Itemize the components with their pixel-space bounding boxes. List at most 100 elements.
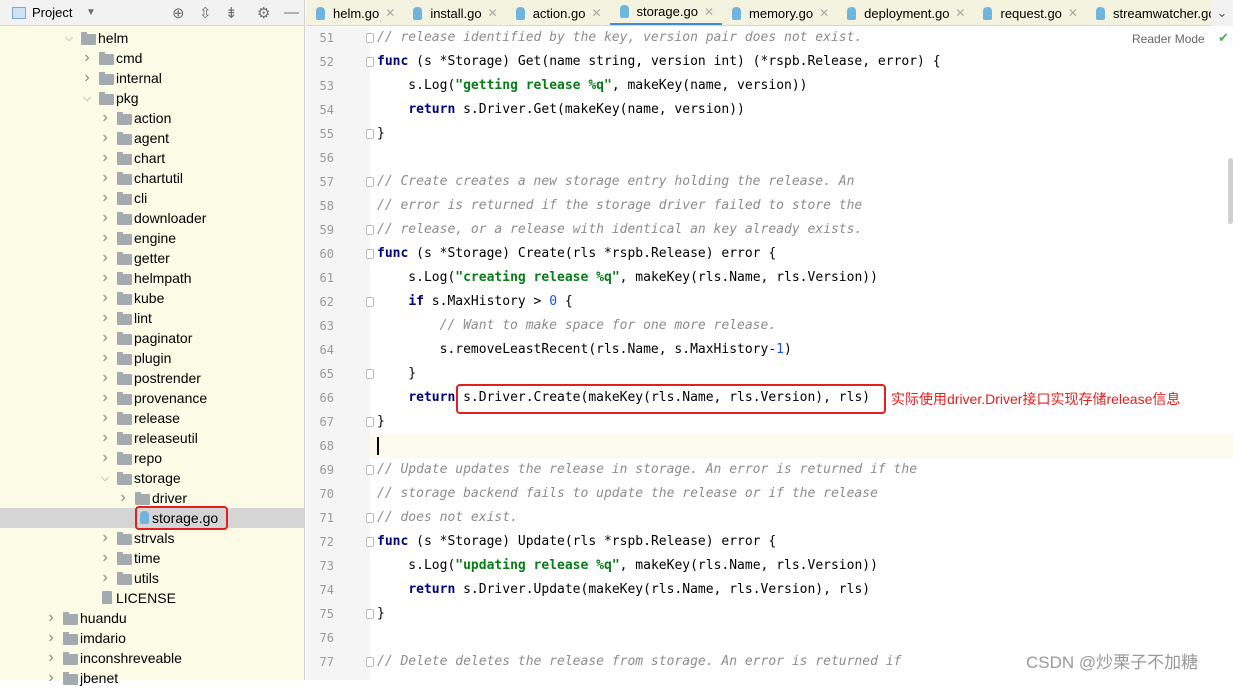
- tab-storage-go[interactable]: storage.go ✕: [609, 0, 723, 25]
- chevron-right-icon[interactable]: ›: [46, 609, 56, 627]
- close-icon[interactable]: ✕: [591, 6, 601, 20]
- chevron-right-icon[interactable]: ›: [100, 229, 110, 247]
- tab-deployment-go[interactable]: deployment.go ✕: [837, 0, 973, 25]
- chevron-right-icon[interactable]: ›: [100, 249, 110, 267]
- tree-item-imdario[interactable]: › imdario: [0, 628, 304, 648]
- tree-item-getter[interactable]: › getter: [0, 248, 304, 268]
- fold-marker-icon[interactable]: [366, 225, 374, 235]
- chevron-right-icon[interactable]: ›: [100, 109, 110, 127]
- tree-item-strvals[interactable]: › strvals: [0, 528, 304, 548]
- scrollbar[interactable]: [1228, 158, 1233, 224]
- tree-item-chart[interactable]: › chart: [0, 148, 304, 168]
- chevron-down-icon[interactable]: ⌄: [1211, 0, 1233, 26]
- tree-item-utils[interactable]: › utils: [0, 568, 304, 588]
- tab-action-go[interactable]: action.go ✕: [506, 0, 610, 25]
- close-icon[interactable]: ✕: [819, 6, 829, 20]
- tree-item-pkg[interactable]: ⌵ pkg: [0, 88, 304, 108]
- chevron-right-icon[interactable]: ›: [100, 189, 110, 207]
- tree-item-engine[interactable]: › engine: [0, 228, 304, 248]
- chevron-right-icon[interactable]: ›: [100, 409, 110, 427]
- tab-helm-go[interactable]: helm.go ✕: [306, 0, 403, 25]
- fold-marker-icon[interactable]: [366, 177, 374, 187]
- tree-item-huandu[interactable]: › huandu: [0, 608, 304, 628]
- project-title[interactable]: Project: [32, 5, 72, 20]
- chevron-right-icon[interactable]: ›: [100, 129, 110, 147]
- tree-item-agent[interactable]: › agent: [0, 128, 304, 148]
- chevron-right-icon[interactable]: ›: [100, 529, 110, 547]
- tree-item-cmd[interactable]: › cmd: [0, 48, 304, 68]
- tree-item-plugin[interactable]: › plugin: [0, 348, 304, 368]
- chevron-right-icon[interactable]: ›: [100, 289, 110, 307]
- tree-item-releaseutil[interactable]: › releaseutil: [0, 428, 304, 448]
- fold-marker-icon[interactable]: [366, 657, 374, 667]
- fold-marker-icon[interactable]: [366, 369, 374, 379]
- chevron-right-icon[interactable]: ›: [100, 549, 110, 567]
- fold-marker-icon[interactable]: [366, 33, 374, 43]
- fold-marker-icon[interactable]: [366, 537, 374, 547]
- chevron-right-icon[interactable]: ›: [100, 389, 110, 407]
- close-icon[interactable]: ✕: [955, 6, 965, 20]
- chevron-right-icon[interactable]: ›: [46, 629, 56, 647]
- chevron-right-icon[interactable]: ›: [82, 49, 92, 67]
- tree-item-paginator[interactable]: › paginator: [0, 328, 304, 348]
- tree-item-jbenet[interactable]: › jbenet: [0, 668, 304, 688]
- expand-all-icon[interactable]: ⇳: [199, 4, 212, 22]
- chevron-right-icon[interactable]: ›: [46, 649, 56, 667]
- tree-item-time[interactable]: › time: [0, 548, 304, 568]
- chevron-down-icon[interactable]: ⌵: [82, 92, 92, 105]
- tree-item-provenance[interactable]: › provenance: [0, 388, 304, 408]
- reader-mode-button[interactable]: Reader Mode: [1132, 32, 1205, 46]
- fold-marker-icon[interactable]: [366, 129, 374, 139]
- tree-item-driver[interactable]: › driver: [0, 488, 304, 508]
- gear-icon[interactable]: ⚙: [257, 4, 270, 22]
- chevron-right-icon[interactable]: ›: [100, 329, 110, 347]
- tab-memory-go[interactable]: memory.go ✕: [722, 0, 837, 25]
- fold-marker-icon[interactable]: [366, 465, 374, 475]
- tree-item-internal[interactable]: › internal: [0, 68, 304, 88]
- fold-marker-icon[interactable]: [366, 609, 374, 619]
- chevron-right-icon[interactable]: ›: [100, 349, 110, 367]
- chevron-right-icon[interactable]: ›: [100, 449, 110, 467]
- close-icon[interactable]: ✕: [1068, 6, 1078, 20]
- chevron-down-icon[interactable]: ▼: [86, 7, 96, 18]
- locate-icon[interactable]: ⊕: [172, 4, 185, 22]
- chevron-down-icon[interactable]: ⌵: [100, 472, 110, 485]
- chevron-right-icon[interactable]: ›: [82, 69, 92, 87]
- tree-item-release[interactable]: › release: [0, 408, 304, 428]
- tree-item-helm[interactable]: ⌵ helm: [0, 28, 304, 48]
- chevron-down-icon[interactable]: ⌵: [64, 32, 74, 45]
- tree-item-chartutil[interactable]: › chartutil: [0, 168, 304, 188]
- tree-item-lint[interactable]: › lint: [0, 308, 304, 328]
- tree-item-repo[interactable]: › repo: [0, 448, 304, 468]
- chevron-right-icon[interactable]: ›: [100, 209, 110, 227]
- minimize-icon[interactable]: —: [284, 4, 299, 21]
- close-icon[interactable]: ✕: [704, 5, 714, 19]
- fold-marker-icon[interactable]: [366, 249, 374, 259]
- chevron-right-icon[interactable]: ›: [100, 309, 110, 327]
- chevron-right-icon[interactable]: ›: [100, 429, 110, 447]
- tab-request-go[interactable]: request.go ✕: [973, 0, 1086, 25]
- fold-marker-icon[interactable]: [366, 297, 374, 307]
- tab-install-go[interactable]: install.go ✕: [403, 0, 505, 25]
- close-icon[interactable]: ✕: [488, 6, 498, 20]
- chevron-right-icon[interactable]: ›: [100, 149, 110, 167]
- tree-item-action[interactable]: › action: [0, 108, 304, 128]
- tree-item-storage[interactable]: ⌵ storage: [0, 468, 304, 488]
- tree-item-postrender[interactable]: › postrender: [0, 368, 304, 388]
- tree-item-kube[interactable]: › kube: [0, 288, 304, 308]
- chevron-right-icon[interactable]: ›: [100, 369, 110, 387]
- tree-item-inconshreveable[interactable]: › inconshreveable: [0, 648, 304, 668]
- fold-marker-icon[interactable]: [366, 57, 374, 67]
- chevron-right-icon[interactable]: ›: [100, 169, 110, 187]
- tree-item-downloader[interactable]: › downloader: [0, 208, 304, 228]
- chevron-right-icon[interactable]: ›: [100, 269, 110, 287]
- tree-item-cli[interactable]: › cli: [0, 188, 304, 208]
- chevron-right-icon[interactable]: ›: [46, 669, 56, 687]
- fold-marker-icon[interactable]: [366, 417, 374, 427]
- close-icon[interactable]: ✕: [385, 6, 395, 20]
- fold-marker-icon[interactable]: [366, 513, 374, 523]
- tree-item-helmpath[interactable]: › helmpath: [0, 268, 304, 288]
- chevron-right-icon[interactable]: ›: [100, 569, 110, 587]
- collapse-all-icon[interactable]: ⇟: [225, 4, 238, 22]
- tree-item-LICENSE[interactable]: LICENSE: [0, 588, 304, 608]
